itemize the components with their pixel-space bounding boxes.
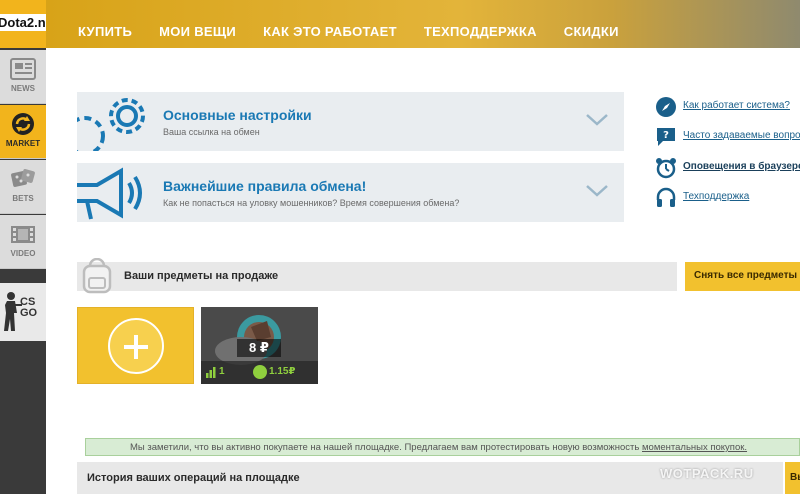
sidebar-item-market[interactable]: MARKET: [0, 105, 46, 159]
coin-icon: [253, 365, 267, 379]
notice-text: Мы заметили, что вы активно покупаете на…: [130, 442, 642, 453]
section-title: История ваших операций на площадке: [87, 472, 300, 484]
section-title: Ваши предметы на продаже: [124, 270, 279, 282]
item-price: 8 ₽: [237, 339, 281, 357]
link-text: Оповещения в браузере: [683, 161, 800, 172]
csgo-label: CS GO: [20, 296, 38, 319]
link-text: Как работает система?: [683, 100, 790, 111]
sidebar-item-label: VIDEO: [10, 249, 36, 258]
top-nav: КУПИТЬ МОИ ВЕЩИ КАК ЭТО РАБОТАЕТ ТЕХПОДД…: [46, 0, 800, 48]
dice-icon: [11, 169, 35, 187]
faq-icon: ?: [657, 128, 675, 146]
remove-all-button[interactable]: Снять все предметы с продажи: [685, 262, 800, 291]
logo-text: Dota2.net: [0, 14, 46, 31]
sidebar-item-bets[interactable]: BETS: [0, 160, 46, 214]
instant-buy-link[interactable]: моментальных покупок.: [642, 442, 747, 453]
item-value: 1.15₽: [269, 366, 296, 377]
sidebar-item-csgo[interactable]: CS GO: [0, 283, 46, 341]
refresh-icon: [12, 113, 34, 135]
soldier-icon: [4, 292, 22, 331]
nav-my-items[interactable]: МОИ ВЕЩИ: [159, 24, 236, 39]
compass-icon: [656, 97, 676, 117]
link-how-system-works[interactable]: Как работает система?: [655, 96, 800, 118]
nav-discounts[interactable]: СКИДКИ: [564, 24, 619, 39]
sidebar-item-video[interactable]: VIDEO: [0, 215, 46, 269]
watermark: WOTPACK.RU: [660, 466, 754, 481]
chevron-down-icon[interactable]: [585, 183, 609, 199]
newspaper-icon: [10, 58, 36, 80]
accordion-title: Важнейшие правила обмена!: [163, 178, 367, 194]
svg-text:?: ?: [663, 130, 669, 141]
megaphone-icon: [77, 167, 142, 220]
accordion-trade-rules[interactable]: Важнейшие правила обмена! Как не попасть…: [77, 163, 624, 222]
nav-buy[interactable]: КУПИТЬ: [78, 24, 132, 39]
item-count: 1: [219, 366, 225, 377]
chevron-down-icon[interactable]: [585, 112, 609, 128]
accordion-subtitle: Как не попасться на уловку мошенников? В…: [163, 198, 460, 208]
item-stats: 1 1.15₽: [201, 361, 318, 384]
film-icon: [11, 226, 35, 243]
link-faq[interactable]: ? Часто задаваемые вопросы: [655, 126, 800, 148]
bar-chart-icon: [206, 367, 216, 378]
backpack-icon: [82, 258, 112, 294]
accordion-main-settings[interactable]: Основные настройки Ваша ссылка на обмен: [77, 92, 624, 151]
link-text: Часто задаваемые вопросы: [683, 130, 800, 141]
site-logo[interactable]: Dota2.net: [0, 0, 46, 48]
gears-icon: [77, 98, 145, 151]
items-on-sale-header: Ваши предметы на продаже: [77, 258, 677, 294]
accordion-title: Основные настройки: [163, 107, 312, 123]
history-button[interactable]: Вы: [785, 462, 800, 494]
instant-buy-notice: Мы заметили, что вы активно покупаете на…: [85, 438, 800, 456]
headset-icon: [656, 187, 676, 207]
sidebar-item-news[interactable]: NEWS: [0, 50, 46, 104]
accordion-subtitle: Ваша ссылка на обмен: [163, 127, 260, 137]
link-support[interactable]: Техподдержка: [655, 187, 800, 209]
plus-icon: [108, 318, 164, 374]
sidebar-item-label: MARKET: [5, 139, 41, 148]
nav-how-it-works[interactable]: КАК ЭТО РАБОТАЕТ: [263, 24, 397, 39]
link-browser-notifications[interactable]: Оповещения в браузере: [655, 157, 800, 179]
link-text: Техподдержка: [683, 191, 750, 202]
item-card[interactable]: 8 ₽ 1 1.15₽: [201, 307, 318, 384]
add-item-card[interactable]: [77, 307, 194, 384]
sidebar-item-label: NEWS: [11, 84, 35, 93]
sidebar: Dota2.net NEWS MARKET BETS: [0, 0, 46, 494]
sidebar-item-label: BETS: [12, 194, 34, 203]
alarm-clock-icon: [656, 158, 676, 179]
nav-support[interactable]: ТЕХПОДДЕРЖКА: [424, 24, 537, 39]
